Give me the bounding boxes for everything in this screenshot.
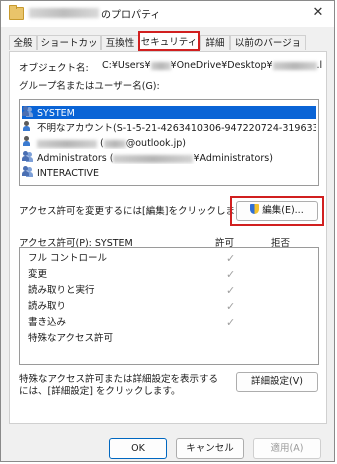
permissions-list: フル コントロール ✓ 変更 ✓ 読み取りと実行 ✓ 読み取り ✓ 書き込み ✓… — [19, 247, 319, 365]
permission-row: 特殊なアクセス許可 — [28, 331, 318, 346]
object-name-label: オブジェクト名: — [19, 63, 89, 74]
edit-button[interactable]: 編集(E)... — [236, 201, 318, 221]
permission-row: 読み取り ✓ — [28, 299, 318, 314]
permission-row: 変更 ✓ — [28, 267, 318, 282]
user-name: INTERACTIVE — [37, 168, 100, 179]
permission-row: 書き込み ✓ — [28, 315, 318, 330]
permission-name: 特殊なアクセス許可 — [28, 333, 114, 344]
permission-row: フル コントロール ✓ — [28, 251, 318, 266]
folder-icon — [9, 5, 24, 20]
tab-shortcut[interactable]: ショートカット — [37, 35, 101, 64]
cancel-button[interactable]: キャンセル — [176, 438, 244, 459]
advanced-hint-line2: には、[詳細設定] をクリックします。 — [19, 386, 181, 397]
list-item-administrators[interactable]: Administrators ( ¥Administrators) — [22, 151, 316, 164]
group-users-icon — [22, 166, 34, 177]
permission-name: 読み取り — [28, 301, 67, 312]
tab-details[interactable]: 詳細 — [200, 35, 230, 50]
unknown-account-icon — [22, 121, 34, 132]
object-name-middle: ¥OneDrive¥Desktop¥ — [170, 60, 273, 71]
permission-row: 読み取りと実行 ✓ — [28, 283, 318, 298]
blurred-display-name — [37, 139, 97, 148]
object-name-prefix: C:¥Users¥ — [102, 60, 151, 71]
object-name-suffix: .l — [316, 60, 323, 71]
tab-general[interactable]: 全般 — [9, 35, 37, 50]
user-name-suffix: ¥Administrators) — [193, 153, 273, 164]
user-name: SYSTEM — [37, 108, 75, 119]
user-name: 不明なアカウント(S-1-5-21-4263410306-947220724-3… — [37, 123, 316, 134]
user-name-suffix: @outlook.jp) — [125, 138, 186, 149]
permission-name: フル コントロール — [28, 253, 108, 264]
blurred-filename — [272, 61, 317, 70]
allow-check-icon: ✓ — [226, 284, 236, 297]
properties-dialog: のプロパティ ✕ 全般 ショートカット 互換性 セキュリティ 詳細 以前のバージ… — [0, 0, 335, 462]
edit-button-label: 編集(E)... — [262, 205, 304, 216]
permission-name: 変更 — [28, 269, 48, 280]
allow-check-icon: ✓ — [226, 300, 236, 313]
list-item-outlook-user[interactable]: ( @outlook.jp) — [22, 136, 316, 149]
permission-name: 書き込み — [28, 317, 67, 328]
list-item-interactive[interactable]: INTERACTIVE — [22, 166, 316, 179]
tab-previous-versions[interactable]: 以前のバージョン — [230, 35, 306, 64]
tab-security[interactable]: セキュリティ — [138, 31, 200, 51]
group-label: グループ名またはユーザー名(G): — [19, 81, 160, 92]
user-icon — [22, 136, 34, 147]
close-icon[interactable]: ✕ — [308, 4, 328, 22]
allow-check-icon: ✓ — [226, 252, 236, 265]
user-name-middle: ( — [97, 138, 104, 149]
group-users-icon — [22, 151, 34, 162]
tab-bar: 全般 ショートカット 互換性 セキュリティ 詳細 以前のバージョン — [9, 31, 329, 64]
user-list: SYSTEM 不明なアカウント(S-1-5-21-4263410306-9472… — [19, 99, 319, 186]
apply-button[interactable]: 適用(A) — [253, 438, 321, 459]
blurred-file-name — [29, 8, 99, 18]
list-item-system[interactable]: SYSTEM — [22, 106, 316, 119]
security-panel: オブジェクト名: C:¥Users¥ ¥OneDrive¥Desktop¥ .l グ… — [9, 51, 327, 424]
change-hint: アクセス許可を変更するには[編集]をクリックします。 — [19, 206, 253, 217]
blurred-machine-name — [113, 154, 194, 163]
allow-check-icon: ✓ — [226, 268, 236, 281]
uac-shield-icon — [250, 204, 260, 214]
object-name-value: C:¥Users¥ ¥OneDrive¥Desktop¥ .l — [102, 60, 322, 71]
advanced-button[interactable]: 詳細設定(V) — [236, 372, 318, 392]
blurred-email — [103, 139, 126, 148]
title-bar: のプロパティ ✕ — [1, 1, 334, 27]
window-title: のプロパティ — [101, 10, 161, 21]
tab-compatibility[interactable]: 互換性 — [101, 35, 139, 50]
ok-button[interactable]: OK — [109, 438, 167, 459]
permission-name: 読み取りと実行 — [28, 285, 95, 296]
blurred-username — [150, 61, 171, 70]
allow-check-icon: ✓ — [226, 316, 236, 329]
group-users-icon — [22, 106, 34, 117]
list-item-unknown-account[interactable]: 不明なアカウント(S-1-5-21-4263410306-947220724-3… — [22, 121, 316, 134]
user-name: Administrators ( — [37, 153, 114, 164]
